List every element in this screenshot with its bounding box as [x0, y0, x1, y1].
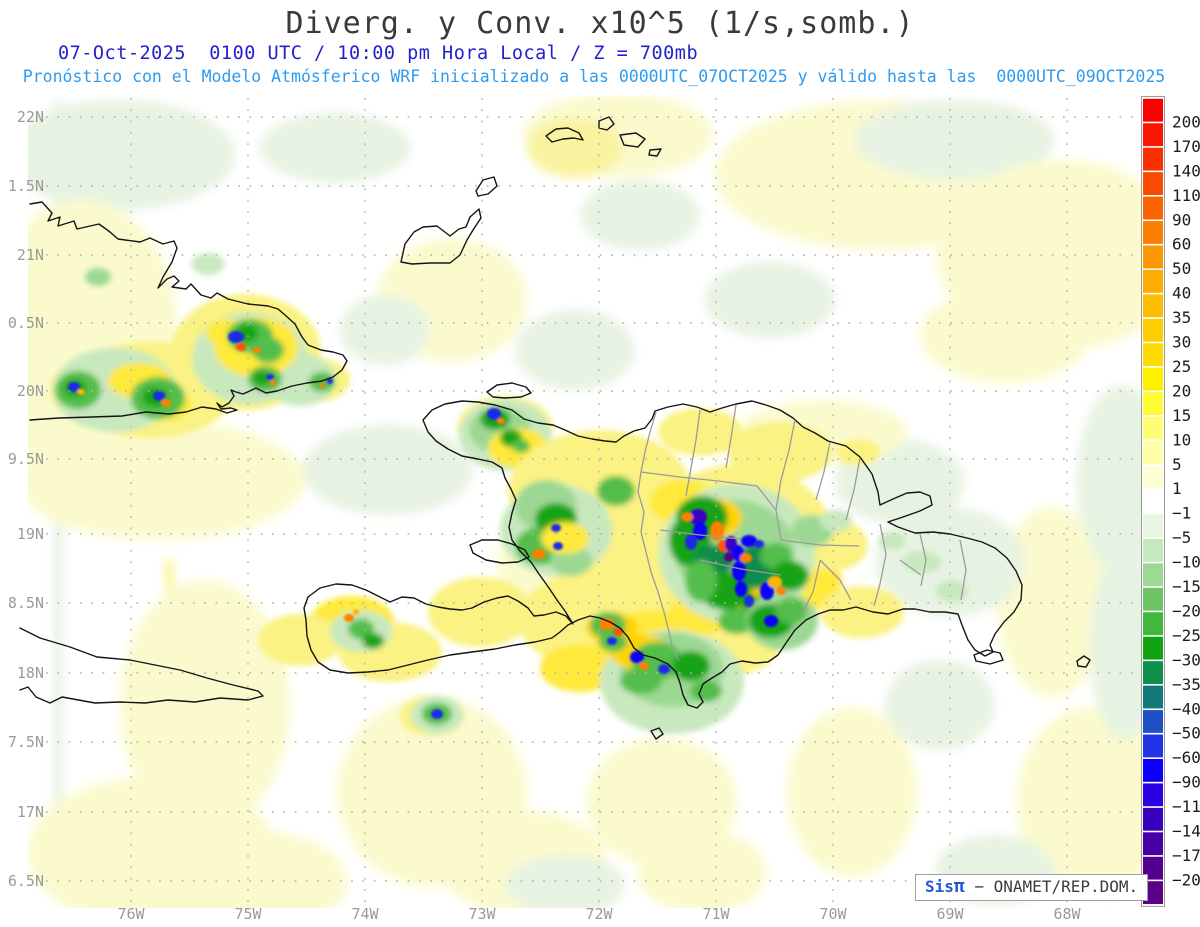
svg-text:70W: 70W: [819, 905, 847, 923]
svg-text:68W: 68W: [1053, 905, 1081, 923]
onamet-branding-badge: Sisπ − ONAMET/REP.DOM.: [915, 874, 1149, 901]
svg-text:8.5N: 8.5N: [8, 594, 44, 612]
svg-text:−25: −25: [1172, 626, 1200, 645]
svg-text:15: 15: [1172, 406, 1191, 425]
svg-text:60: 60: [1172, 235, 1191, 254]
svg-text:74W: 74W: [351, 905, 379, 923]
svg-text:20N: 20N: [17, 382, 44, 400]
svg-text:21N: 21N: [17, 246, 44, 264]
svg-text:1: 1: [1172, 479, 1182, 498]
svg-text:−40: −40: [1172, 699, 1200, 718]
onamet-label: − ONAMET/REP.DOM.: [964, 877, 1139, 896]
svg-text:73W: 73W: [468, 905, 496, 923]
svg-text:18N: 18N: [17, 664, 44, 682]
svg-text:22N: 22N: [17, 108, 44, 126]
sis-label: Sis: [925, 877, 954, 896]
colorbar-legend: 200 170 140 110 90 60 50 40 35 30 25 20 15 10 5 1 −1 −5 −1…: [1141, 96, 1200, 907]
svg-text:72W: 72W: [585, 905, 613, 923]
svg-text:110: 110: [1172, 186, 1200, 205]
svg-text:7.5N: 7.5N: [8, 733, 44, 751]
svg-text:9.5N: 9.5N: [8, 450, 44, 468]
svg-text:−10: −10: [1172, 553, 1200, 572]
svg-text:19N: 19N: [17, 525, 44, 543]
svg-text:75W: 75W: [234, 905, 262, 923]
svg-text:−15: −15: [1172, 577, 1200, 596]
svg-text:−140: −140: [1172, 822, 1200, 841]
svg-text:−50: −50: [1172, 724, 1200, 743]
svg-text:−5: −5: [1172, 528, 1191, 547]
weather-map-page: Diverg. y Conv. x10^5 (1/s,somb.) 07-Oct…: [0, 0, 1200, 927]
svg-text:−30: −30: [1172, 650, 1200, 669]
svg-text:170: 170: [1172, 137, 1200, 156]
svg-text:71W: 71W: [702, 905, 730, 923]
svg-text:−60: −60: [1172, 748, 1200, 767]
svg-text:−170: −170: [1172, 846, 1200, 865]
svg-text:−35: −35: [1172, 675, 1200, 694]
svg-text:1.5N: 1.5N: [8, 177, 44, 195]
svg-text:40: 40: [1172, 284, 1191, 303]
pi-symbol: π: [953, 876, 965, 897]
svg-text:−110: −110: [1172, 797, 1200, 816]
svg-text:−20: −20: [1172, 601, 1200, 620]
svg-text:0.5N: 0.5N: [8, 314, 44, 332]
svg-text:10: 10: [1172, 430, 1191, 449]
svg-text:76W: 76W: [117, 905, 145, 923]
svg-text:6.5N: 6.5N: [8, 872, 44, 890]
svg-text:−90: −90: [1172, 773, 1200, 792]
svg-text:17N: 17N: [17, 803, 44, 821]
svg-text:5: 5: [1172, 455, 1182, 474]
svg-text:20: 20: [1172, 381, 1191, 400]
svg-text:90: 90: [1172, 210, 1191, 229]
divergence-map-canvas: 22N 1.5N 21N 0.5N 20N 9.5N 19N 8.5N 18N 7.5N 17N 6.…: [8, 96, 1200, 923]
svg-text:140: 140: [1172, 161, 1200, 180]
svg-text:69W: 69W: [936, 905, 964, 923]
svg-text:25: 25: [1172, 357, 1191, 376]
svg-text:35: 35: [1172, 308, 1191, 327]
svg-text:−1: −1: [1172, 504, 1191, 523]
svg-text:30: 30: [1172, 333, 1191, 352]
svg-text:200: 200: [1172, 112, 1200, 131]
svg-text:50: 50: [1172, 259, 1191, 278]
svg-text:−200: −200: [1172, 870, 1200, 889]
